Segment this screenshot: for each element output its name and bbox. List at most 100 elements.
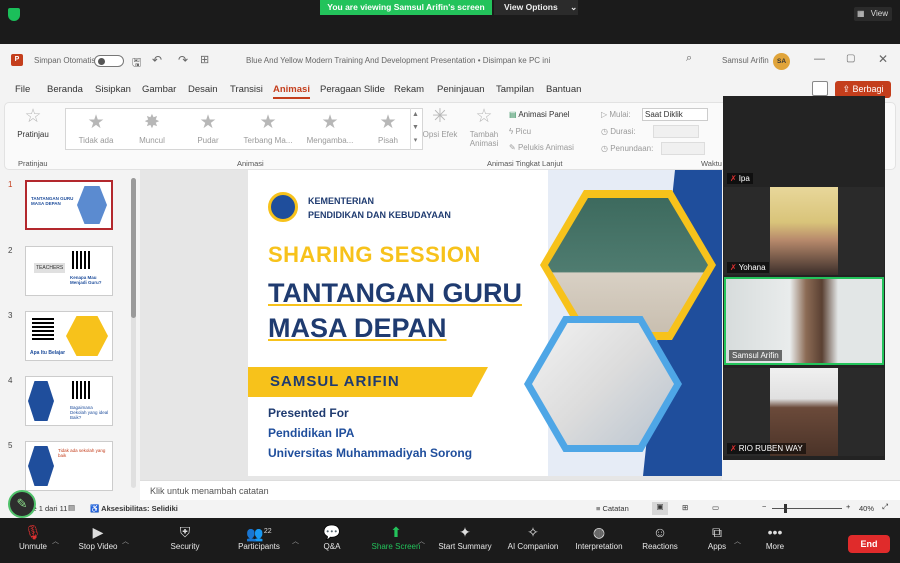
search-icon[interactable]: ⌕ [686,52,692,65]
notes-pane[interactable]: Klik untuk menambah catatan [140,480,900,500]
accessibility-status[interactable]: ♿ Aksesibilitas: Selidiki [90,504,178,513]
participants-button[interactable]: 👥22 Participants [234,522,284,551]
slide-thumbnail-1[interactable]: TANTANGAN GURU MASA DEPAN [25,180,113,230]
duration-input[interactable] [653,125,699,138]
annotate-pen-button[interactable]: ✎ [8,490,36,518]
spelling-icon[interactable]: ▤ [68,503,75,512]
apps-icon: ⧉ [712,524,722,540]
normal-view-icon[interactable]: ▣ [652,502,668,515]
comment-icon[interactable] [812,81,828,96]
trigger-button[interactable]: ϟ Picu [509,127,531,136]
redo-icon[interactable]: ↷ [178,53,188,67]
participant-tile-samsul[interactable]: Samsul Arifin [724,277,884,365]
view-options-label: View Options [504,2,558,12]
notes-button[interactable]: ≡ Catatan [596,504,629,513]
preview-button[interactable]: ☆ Pratinjau [13,107,53,140]
anim-fade-label: Pudar [197,136,219,145]
gallery-scroll[interactable]: ▲ ▼ ▾ [410,108,420,150]
chevron-up-icon[interactable]: ︿ [734,536,741,546]
main-slide[interactable]: KEMENTERIAN PENDIDIKAN DAN KEBUDAYAAN SH… [248,170,722,476]
unmute-button[interactable]: 🎙 Unmute [14,522,52,551]
slide-thumbnail-2[interactable]: TEACHERS Kenapa Mau Menjadi Guru? [25,246,113,296]
start-select[interactable]: Saat Diklik [642,108,708,121]
view-options-button[interactable]: View Options ⌄ [494,0,578,15]
zoom-slider[interactable] [772,504,842,513]
user-name: Samsul Arifin [722,56,769,65]
tab-slideshow[interactable]: Peragaan Slide [320,84,385,95]
zoom-out-icon[interactable]: − [762,502,766,511]
view-button[interactable]: ▦ View [854,7,892,21]
anim-fade[interactable]: ★ Pudar [182,113,234,146]
tab-animations[interactable]: Animasi [273,84,310,99]
fit-slide-icon[interactable]: ⤢ [882,502,888,512]
qa-button[interactable]: 💬 Q&A [318,522,346,551]
apps-label: Apps [707,542,727,551]
tab-help[interactable]: Bantuan [546,84,581,95]
ai-companion-button[interactable]: ✧ AI Companion [504,522,562,551]
anim-float[interactable]: ★ Mengamba... [300,113,360,146]
participant-name: RIO RUBEN WAY [738,444,803,453]
reactions-button[interactable]: ☺ Reactions [640,522,680,551]
meeting-toolbar: 🎙 Unmute ︿ ▶ Stop Video ︿ ⛨ Security 👥22 Par… [0,518,900,563]
shield-icon: ⛨ [179,524,191,540]
slide-title-line1: TANTANGAN GURU [268,278,522,308]
apps-button[interactable]: ⧉ Apps [704,522,730,551]
zoom-level[interactable]: 40% [859,504,874,513]
customize-icon[interactable]: ⊞ [200,53,209,66]
anim-none[interactable]: ★ Tidak ada [70,112,122,146]
share-screen-button[interactable]: ⬆ Share Screen [368,522,424,551]
duration-label-text: Durasi: [610,127,636,136]
add-animation-button[interactable]: ☆ Tambah Animasi [463,107,505,149]
participant-tile-yohana[interactable]: ✗ Yohana [724,187,884,275]
participant-tile-rio[interactable]: ✗ RIO RUBEN WAY [724,368,884,456]
save-icon[interactable]: 🖫 [132,54,141,73]
chevron-up-icon[interactable]: ︿ [52,536,59,546]
tab-home[interactable]: Beranda [47,84,83,95]
zoom-slider-thumb[interactable] [784,504,787,513]
maximize-icon[interactable]: ▢ [846,53,855,64]
animation-painter-button[interactable]: ✎ Pelukis Animasi [509,143,574,152]
autosave-toggle[interactable] [94,55,124,67]
summary-button[interactable]: ✦ Start Summary [434,522,496,551]
interpretation-button[interactable]: ◍ Interpretation [570,522,628,551]
tab-view[interactable]: Tampilan [496,84,534,95]
close-icon[interactable]: ✕ [878,52,888,66]
anim-fly-in[interactable]: ★ Terbang Ma... [238,113,298,146]
chevron-up-icon[interactable]: ︿ [292,536,299,546]
anim-split[interactable]: ★ Pisah [362,113,414,146]
reactions-label: Reactions [642,542,678,551]
star-icon: ★ [87,112,105,133]
end-button[interactable]: End [848,535,890,553]
tab-review[interactable]: Peninjauan [437,84,485,95]
tab-transitions[interactable]: Transisi [230,84,263,95]
tab-record[interactable]: Rekam [394,84,424,95]
shield-icon[interactable] [8,8,20,21]
slide-thumbnail-5[interactable]: Tidak ada sekolah yang baik [25,441,113,491]
tab-file[interactable]: File [15,84,30,95]
tab-design[interactable]: Desain [188,84,218,95]
slide-thumbnail-3[interactable]: Apa Itu Belajar [25,311,113,361]
more-button[interactable]: ••• More [762,522,788,551]
security-button[interactable]: ⛨ Security [166,522,204,551]
stop-video-button[interactable]: ▶ Stop Video [74,522,122,551]
reading-view-icon[interactable]: ▭ [712,503,719,512]
thumbnail-scrollbar[interactable] [131,178,136,488]
delay-input[interactable] [661,142,705,155]
anim-appear[interactable]: ✸ Muncul [126,113,178,146]
slide-sorter-icon[interactable]: ⊞ [682,503,688,512]
qr-code-icon [72,381,90,399]
slide-thumbnail-4[interactable]: Bagaimana Dekolah yang ideal Baik? [25,376,113,426]
minimize-icon[interactable]: — [814,53,825,65]
avatar[interactable]: SA [773,53,790,70]
tab-draw[interactable]: Gambar [142,84,176,95]
chevron-up-icon[interactable]: ︿ [418,536,425,546]
participant-tile-ipa[interactable]: ✗ Ipa [724,96,884,186]
effect-options-button[interactable]: ✳ Opsi Efek [421,107,459,140]
zoom-in-icon[interactable]: + [846,502,850,511]
painter-label: Pelukis Animasi [517,143,574,152]
thumb-question: Bagaimana Dekolah yang ideal Baik? [70,405,109,420]
tab-insert[interactable]: Sisipkan [95,84,131,95]
animation-pane-button[interactable]: ▤ Animasi Panel [509,110,569,119]
undo-icon[interactable]: ↶ [152,53,162,67]
chevron-up-icon[interactable]: ︿ [122,536,129,546]
